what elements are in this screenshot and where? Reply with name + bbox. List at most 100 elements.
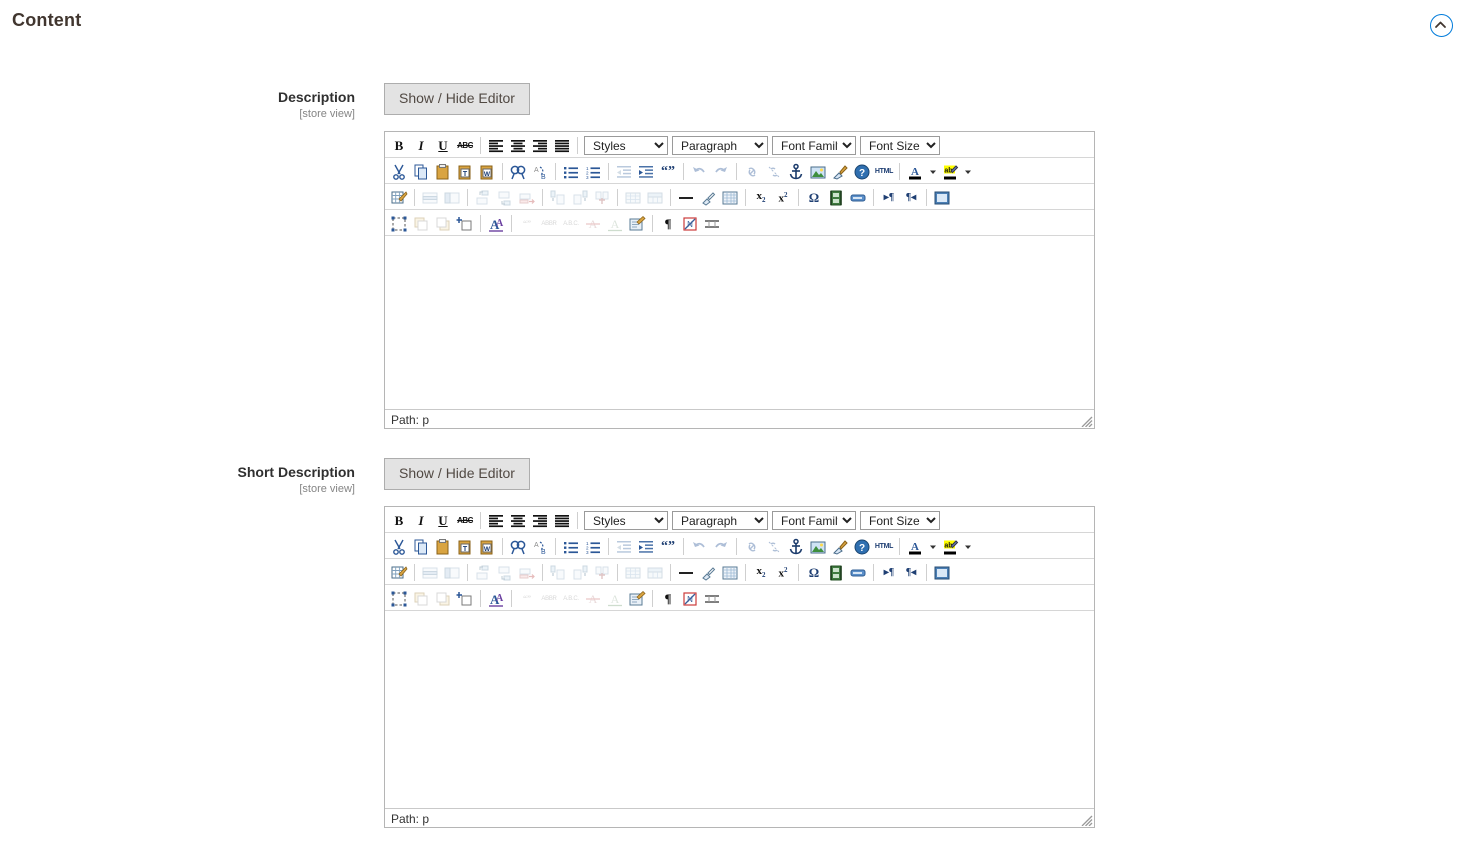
text-color-dropdown-arrow[interactable] [926,536,939,557]
background-color-dropdown-arrow[interactable] [961,536,974,557]
description-wysiwyg-editor[interactable]: B I U ABC Styles Paragraph Font Family Font Siz… [384,131,1095,429]
help-icon[interactable]: ? [851,161,873,182]
toggle-guidelines-icon[interactable] [719,187,741,208]
anchor-icon[interactable] [785,536,807,557]
cleanup-icon[interactable] [829,161,851,182]
cut-icon[interactable] [388,161,410,182]
blockquote-icon[interactable]: “” [657,536,679,557]
numbered-list-icon[interactable]: 123 [582,536,604,557]
editor-resize-handle[interactable] [1079,414,1093,428]
attributes-icon[interactable] [626,213,648,234]
editor-resize-handle[interactable] [1079,813,1093,827]
text-color-dropdown-arrow[interactable] [926,161,939,182]
insert-layer-icon[interactable] [454,213,476,234]
text-color-icon[interactable]: A [904,536,926,557]
copy-icon[interactable] [410,536,432,557]
superscript-icon[interactable]: x2 [772,187,794,208]
help-icon[interactable]: ? [851,536,873,557]
find-replace-icon[interactable]: AB [529,536,551,557]
horizontal-rule-icon[interactable] [675,562,697,583]
align-right-icon[interactable] [529,135,551,156]
remove-format-icon[interactable] [697,187,719,208]
subscript-icon[interactable]: x2 [750,562,772,583]
page-break-icon[interactable] [701,213,723,234]
font-family-select[interactable]: Font Family [772,136,856,155]
paragraph-select[interactable]: Paragraph [672,136,768,155]
bold-icon[interactable]: B [388,510,410,531]
font-size-select[interactable]: Font Size [860,511,940,530]
insert-table-icon[interactable] [388,562,410,583]
paste-icon[interactable] [432,536,454,557]
paste-from-word-icon[interactable]: W [476,161,498,182]
bullet-list-icon[interactable] [560,536,582,557]
show-blocks-icon[interactable]: ¶ [657,213,679,234]
background-color-icon[interactable]: ab [939,536,961,557]
paste-as-text-icon[interactable]: T [454,536,476,557]
insert-layer-icon[interactable] [454,588,476,609]
underline-icon[interactable]: U [432,510,454,531]
subscript-icon[interactable]: x2 [750,187,772,208]
text-color-icon[interactable]: A [904,161,926,182]
horizontal-rule-icon[interactable] [675,187,697,208]
find-replace-icon[interactable]: AB [529,161,551,182]
attributes-icon[interactable] [626,588,648,609]
fullscreen-icon[interactable] [931,187,953,208]
ltr-icon[interactable]: ▸¶ [878,562,900,583]
ltr-icon[interactable]: ▸¶ [878,187,900,208]
html-source-icon[interactable]: HTML [873,536,895,557]
underline-icon[interactable]: U [432,135,454,156]
background-color-icon[interactable]: ab [939,161,961,182]
special-character-icon[interactable]: Ω [803,187,825,208]
paste-from-word-icon[interactable]: W [476,536,498,557]
insert-media-icon[interactable] [825,187,847,208]
short-description-wysiwyg-editor[interactable]: B I U ABC Styles Paragraph Font Family Font Siz… [384,506,1095,828]
paste-as-text-icon[interactable]: T [454,161,476,182]
editor-content-area[interactable] [385,611,1094,809]
chevron-up-circle-icon[interactable] [1430,14,1453,37]
editor-content-area[interactable] [385,236,1094,410]
short-description-show-hide-editor-button[interactable]: Show / Hide Editor [384,458,530,490]
indent-icon[interactable] [635,161,657,182]
style-properties-icon[interactable]: AA [485,213,507,234]
insert-media-icon[interactable] [825,562,847,583]
fullscreen-icon[interactable] [931,562,953,583]
align-center-icon[interactable] [507,135,529,156]
insert-image-icon[interactable] [807,536,829,557]
align-center-icon[interactable] [507,510,529,531]
styles-select[interactable]: Styles [584,511,668,530]
style-properties-icon[interactable]: AA [485,588,507,609]
description-show-hide-editor-button[interactable]: Show / Hide Editor [384,83,530,115]
anchor-icon[interactable] [785,161,807,182]
find-icon[interactable] [507,536,529,557]
strikethrough-icon[interactable]: ABC [454,510,476,531]
copy-icon[interactable] [410,161,432,182]
superscript-icon[interactable]: x2 [772,562,794,583]
italic-icon[interactable]: I [410,135,432,156]
rtl-icon[interactable]: ¶◂ [900,187,922,208]
cleanup-icon[interactable] [829,536,851,557]
align-left-icon[interactable] [485,135,507,156]
align-right-icon[interactable] [529,510,551,531]
page-break-icon[interactable] [701,588,723,609]
bold-icon[interactable]: B [388,135,410,156]
html-source-icon[interactable]: HTML [873,161,895,182]
show-blocks-icon[interactable]: ¶ [657,588,679,609]
styles-select[interactable]: Styles [584,136,668,155]
paste-icon[interactable] [432,161,454,182]
align-justify-icon[interactable] [551,510,573,531]
background-color-dropdown-arrow[interactable] [961,161,974,182]
select-all-icon[interactable] [388,213,410,234]
insert-image-icon[interactable] [807,161,829,182]
align-left-icon[interactable] [485,510,507,531]
find-icon[interactable] [507,161,529,182]
rtl-icon[interactable]: ¶◂ [900,562,922,583]
remove-format-icon[interactable] [697,562,719,583]
cut-icon[interactable] [388,536,410,557]
italic-icon[interactable]: I [410,510,432,531]
special-character-icon[interactable]: Ω [803,562,825,583]
strikethrough-icon[interactable]: ABC [454,135,476,156]
paragraph-select[interactable]: Paragraph [672,511,768,530]
numbered-list-icon[interactable]: 123 [582,161,604,182]
align-justify-icon[interactable] [551,135,573,156]
select-all-icon[interactable] [388,588,410,609]
